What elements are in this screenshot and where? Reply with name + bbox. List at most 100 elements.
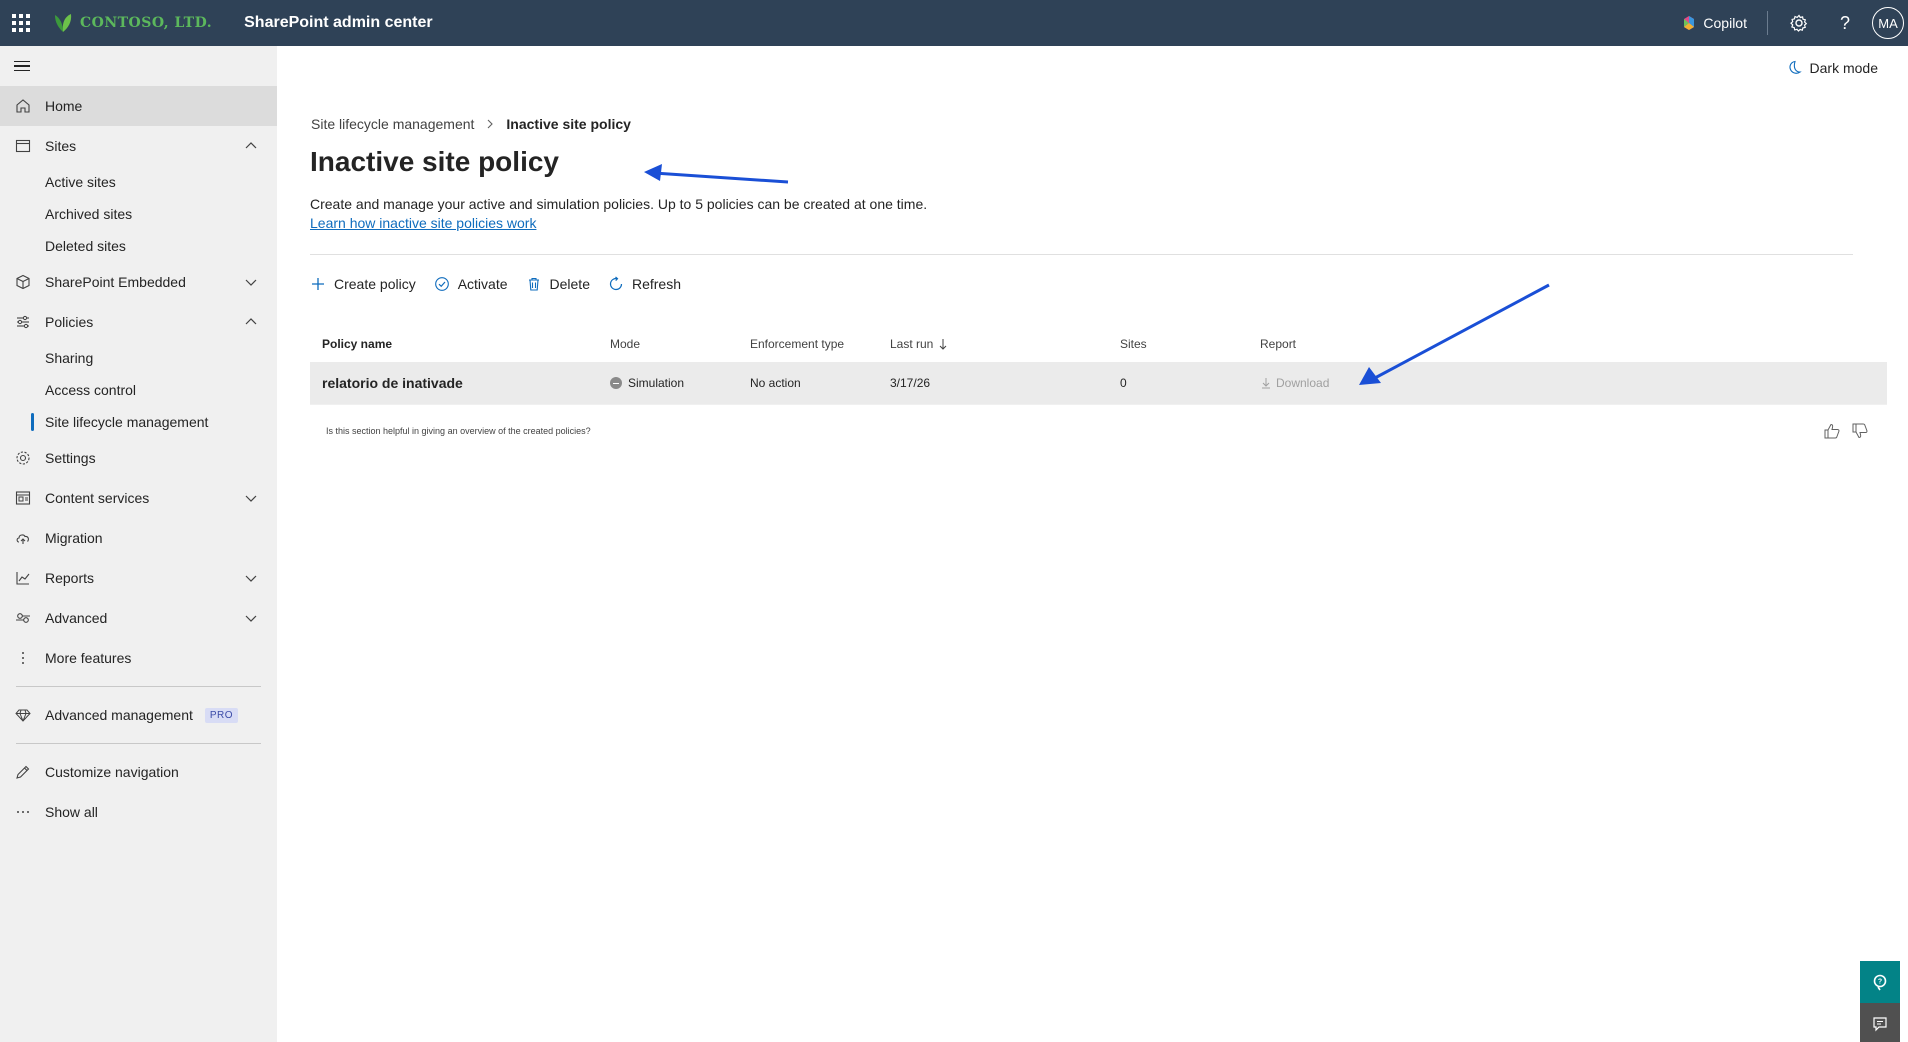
leaf-logo-icon bbox=[55, 14, 72, 32]
column-header-enforcement-type[interactable]: Enforcement type bbox=[750, 337, 890, 351]
nav-item-sites[interactable]: Sites bbox=[0, 126, 277, 166]
nav-item-content-services[interactable]: Content services bbox=[0, 478, 277, 518]
more-vertical-icon bbox=[21, 652, 24, 664]
org-logo[interactable]: CONTOSO, LTD. bbox=[52, 12, 212, 34]
refresh-button[interactable]: Refresh bbox=[608, 268, 681, 300]
refresh-icon bbox=[609, 276, 623, 291]
annotation-arrow-breadcrumb bbox=[644, 164, 789, 184]
delete-label: Delete bbox=[549, 276, 590, 292]
nav-item-customize-navigation[interactable]: Customize navigation bbox=[0, 752, 277, 792]
thumbs-down-icon[interactable] bbox=[1851, 422, 1869, 440]
breadcrumb-current: Inactive site policy bbox=[506, 116, 631, 132]
question-bubble-icon: ? bbox=[1873, 974, 1887, 991]
nav-label: Deleted sites bbox=[45, 238, 126, 254]
nav-item-access-control[interactable]: Access control bbox=[0, 374, 277, 406]
thumbs-up-icon[interactable] bbox=[1823, 422, 1841, 440]
row-divider bbox=[310, 404, 1887, 405]
pencil-icon bbox=[15, 765, 29, 779]
nav-item-advanced[interactable]: Advanced bbox=[0, 598, 277, 638]
delete-button[interactable]: Delete bbox=[526, 268, 590, 300]
copilot-button[interactable]: Copilot bbox=[1681, 15, 1747, 31]
nav-divider bbox=[16, 686, 261, 687]
settings-button[interactable] bbox=[1776, 0, 1822, 46]
nav-item-home[interactable]: Home bbox=[0, 86, 277, 126]
page-description: Create and manage your active and simula… bbox=[310, 196, 928, 212]
org-name: CONTOSO, LTD. bbox=[80, 15, 213, 31]
app-title[interactable]: SharePoint admin center bbox=[244, 14, 433, 32]
check-circle-icon bbox=[434, 277, 449, 291]
avatar-initials: MA bbox=[1878, 15, 1898, 31]
collapse-nav-button[interactable] bbox=[0, 46, 277, 86]
column-header-sites[interactable]: Sites bbox=[1120, 337, 1260, 351]
create-policy-button[interactable]: Create policy bbox=[310, 268, 416, 300]
column-header-last-run[interactable]: Last run bbox=[890, 337, 1120, 351]
more-horizontal-icon bbox=[16, 811, 29, 813]
nav-label: Sharing bbox=[45, 350, 94, 366]
topbar-divider bbox=[1767, 11, 1768, 35]
breadcrumb: Site lifecycle management Inactive site … bbox=[311, 116, 631, 132]
nav-item-deleted-sites[interactable]: Deleted sites bbox=[0, 230, 277, 262]
diamond-icon bbox=[14, 709, 31, 722]
nav-item-sharing[interactable]: Sharing bbox=[0, 342, 277, 374]
chevron-down-icon[interactable] bbox=[243, 610, 259, 626]
table-header: Policy name Mode Enforcement type Last r… bbox=[310, 326, 1887, 362]
policy-table: Policy name Mode Enforcement type Last r… bbox=[310, 326, 1887, 405]
table-row[interactable]: relatorio de inativade Simulation No act… bbox=[310, 362, 1887, 404]
chevron-down-icon[interactable] bbox=[243, 274, 259, 290]
page-title: Inactive site policy bbox=[310, 146, 559, 177]
policy-name-cell[interactable]: relatorio de inativade bbox=[310, 375, 610, 391]
sliders-icon bbox=[16, 315, 29, 329]
learn-more-link[interactable]: Learn how inactive site policies work bbox=[310, 215, 536, 231]
nav-item-active-sites[interactable]: Active sites bbox=[0, 166, 277, 198]
cloud-upload-icon bbox=[16, 534, 29, 544]
feedback-icon bbox=[1873, 1017, 1887, 1032]
feedback-button[interactable] bbox=[1860, 1003, 1900, 1042]
column-header-policy-name[interactable]: Policy name bbox=[310, 337, 610, 351]
nav-item-policies[interactable]: Policies bbox=[0, 302, 277, 342]
last-run-cell: 3/17/26 bbox=[890, 376, 931, 390]
download-report-button[interactable]: Download bbox=[1260, 376, 1329, 390]
create-policy-label: Create policy bbox=[334, 276, 416, 292]
refresh-label: Refresh bbox=[631, 276, 682, 292]
waffle-icon[interactable] bbox=[0, 0, 42, 46]
nav-item-advanced-management[interactable]: Advanced management PRO bbox=[0, 695, 277, 735]
nav-item-settings[interactable]: Settings bbox=[0, 438, 277, 478]
chevron-up-icon[interactable] bbox=[243, 138, 259, 154]
download-icon bbox=[1262, 378, 1270, 389]
breadcrumb-parent[interactable]: Site lifecycle management bbox=[311, 116, 474, 132]
nav-label: Site lifecycle management bbox=[45, 414, 209, 430]
chevron-down-icon[interactable] bbox=[243, 490, 259, 506]
chevron-up-icon[interactable] bbox=[243, 314, 259, 330]
chevron-down-icon[interactable] bbox=[243, 570, 259, 586]
activate-button[interactable]: Activate bbox=[434, 268, 508, 300]
avatar[interactable]: MA bbox=[1872, 7, 1904, 39]
content-icon bbox=[15, 491, 30, 505]
help-chat-button[interactable]: ? bbox=[1860, 961, 1900, 1003]
activate-label: Activate bbox=[457, 276, 508, 292]
feedback-question: Is this section helpful in giving an ove… bbox=[326, 426, 591, 436]
nav-label: Archived sites bbox=[45, 206, 133, 222]
column-header-mode[interactable]: Mode bbox=[610, 337, 750, 351]
nav-label: Show all bbox=[45, 804, 98, 820]
dark-mode-toggle[interactable]: Dark mode bbox=[1786, 60, 1878, 76]
plus-icon bbox=[312, 278, 324, 290]
nav-item-archived-sites[interactable]: Archived sites bbox=[0, 198, 277, 230]
nav-item-site-lifecycle-management[interactable]: Site lifecycle management bbox=[0, 406, 277, 438]
svg-text:?: ? bbox=[1878, 979, 1882, 986]
nav-label: Active sites bbox=[45, 174, 116, 190]
sites-cell: 0 bbox=[1120, 376, 1127, 390]
nav-item-reports[interactable]: Reports bbox=[0, 558, 277, 598]
enforcement-cell: No action bbox=[750, 376, 801, 390]
main-content: Dark mode Site lifecycle management Inac… bbox=[277, 46, 1908, 1042]
nav-item-sharepoint-embedded[interactable]: SharePoint Embedded bbox=[0, 262, 277, 302]
help-button[interactable]: ? bbox=[1822, 0, 1868, 46]
nav-label: Advanced bbox=[45, 610, 108, 626]
nav-item-more-features[interactable]: More features bbox=[0, 638, 277, 678]
nav-label: Settings bbox=[45, 450, 96, 466]
nav-label: Reports bbox=[45, 570, 95, 586]
floating-help-buttons: ? bbox=[1860, 961, 1900, 1042]
nav-item-migration[interactable]: Migration bbox=[0, 518, 277, 558]
gear-icon bbox=[1790, 14, 1808, 32]
download-label: Download bbox=[1276, 376, 1330, 390]
nav-item-show-all[interactable]: Show all bbox=[0, 792, 277, 832]
